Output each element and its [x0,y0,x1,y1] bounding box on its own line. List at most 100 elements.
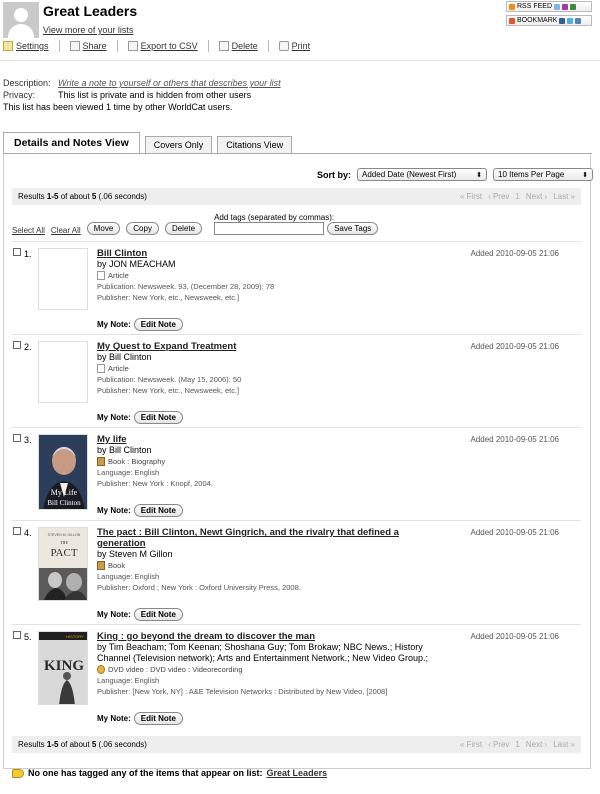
add-tags-input[interactable] [214,222,325,235]
item-title-link[interactable]: King : go beyond the dream to discover t… [97,631,457,642]
item-added-date: Added 2010-09-05 21:06 [470,342,559,351]
item-checkbox[interactable] [13,248,21,256]
item-number: 4. [24,528,32,538]
per-page-select[interactable]: 10 Items Per Page ⬍ [493,168,594,181]
pager-first[interactable]: « First [460,740,482,749]
pager-next[interactable]: Next › [526,192,547,201]
view-more-lists-link[interactable]: View more of your lists [43,25,133,35]
edit-note-button[interactable]: Edit Note [133,608,183,621]
pager-prev[interactable]: ‹ Prev [488,192,509,201]
results-mid: of about [58,740,92,749]
clear-all-link[interactable]: Clear All [51,226,81,235]
bookmark-button[interactable]: BOOKMARK [506,15,592,26]
description-label: Description: [3,78,51,88]
edit-note-button[interactable]: Edit Note [133,712,183,725]
item-checkbox[interactable] [13,527,21,535]
item-number: 1. [24,249,32,259]
item-added-date: Added 2010-09-05 21:06 [470,249,559,258]
item-title-link[interactable]: My Quest to Expand Treatment [97,341,457,352]
pager-page: 1 [515,740,520,749]
export-tool[interactable]: Export to CSV [127,41,198,51]
tab-citations[interactable]: Citations View [217,136,293,154]
share-tool[interactable]: Share [69,41,107,51]
print-link[interactable]: Print [292,41,311,51]
results-suffix: (.06 seconds) [96,740,147,749]
delete-list-link[interactable]: Delete [232,41,258,51]
the-pact-cover-art: STEVEN M. GILLON THE PACT [39,528,87,600]
description-edit-link[interactable]: Write a note to yourself or others that … [58,78,281,88]
item-language: Language: English [97,572,160,581]
item-number: 3. [24,435,32,445]
item-checkbox[interactable] [13,631,21,639]
item-cover-image[interactable]: HISTORY KING [38,631,88,705]
edit-note-button[interactable]: Edit Note [133,504,183,517]
pager-last[interactable]: Last » [553,740,575,749]
settings-link[interactable]: Settings [16,41,49,51]
per-page-selected: 10 Items Per Page [498,170,565,179]
item-thumbnail[interactable] [38,341,88,403]
sort-label: Sort by: [317,169,352,180]
add-tags-row: Save Tags [214,222,379,235]
item-author: by Bill Clinton [97,352,152,362]
article-icon [97,364,105,373]
avatar-body-shape [8,24,34,38]
item-title-link[interactable]: My life [97,434,457,445]
item-checkbox[interactable] [13,341,21,349]
delete-button[interactable]: Delete [164,222,203,235]
item-cover-image[interactable]: STEVEN M. GILLON THE PACT [38,527,88,601]
edit-note-button[interactable]: Edit Note [133,318,183,331]
cover-network: HISTORY [66,634,84,639]
list-name-link[interactable]: Great Leaders [267,768,328,778]
item-info: King : go beyond the dream to discover t… [97,631,457,697]
tags-footer-text: No one has tagged any of the items that … [28,768,263,778]
sort-bar: Sort by: Added Date (Newest First) ⬍ 10 I… [317,168,594,181]
pager-last[interactable]: Last » [553,192,575,201]
rss-feed-button[interactable]: RSS FEED [506,1,592,12]
my-note-label: My Note: [97,320,131,329]
item-info: Bill Clinton by JON MEACHAM Article Publ… [97,248,457,303]
item-publisher: Publisher: New York : Knopf, 2004. [97,479,213,488]
sort-select[interactable]: Added Date (Newest First) ⬍ [357,168,488,181]
pager-prev[interactable]: ‹ Prev [488,740,509,749]
settings-tool[interactable]: Settings [3,41,49,51]
delete-tool[interactable]: Delete [218,41,258,51]
add-tags-group: Add tags (separated by commas): Save Tag… [214,213,379,235]
toolbar-divider [267,40,269,52]
yahoo-icon [562,3,569,10]
item-format: DVD video : DVD video : Videorecording [97,664,457,675]
item-title-link[interactable]: Bill Clinton [97,248,457,259]
tab-details-notes[interactable]: Details and Notes View [3,132,140,154]
save-tags-button[interactable]: Save Tags [327,222,379,235]
print-tool[interactable]: Print [278,41,311,51]
twitter-icon [567,17,574,24]
article-icon [97,271,105,280]
rss-label: RSS FEED [517,3,553,10]
cover-article: THE [60,540,68,545]
item-added-date: Added 2010-09-05 21:06 [470,435,559,444]
edit-note-button[interactable]: Edit Note [133,411,183,424]
pager-first[interactable]: « First [460,192,482,201]
move-button[interactable]: Move [86,222,121,235]
pager-next[interactable]: Next › [526,740,547,749]
privacy-value: This list is private and is hidden from … [58,90,252,100]
bulk-actions: Select All Clear All Move Copy Delete Ad… [12,213,379,235]
pager: « First ‹ Prev 1 Next › Last » [460,740,575,749]
export-csv-link[interactable]: Export to CSV [141,41,198,51]
tab-covers-only[interactable]: Covers Only [144,136,213,154]
share-link[interactable]: Share [83,41,107,51]
item-note: My Note: Edit Note [97,504,183,517]
item-cover-image[interactable]: My Life Bill Clinton [38,434,88,510]
item-title-link[interactable]: The pact : Bill Clinton, Newt Gingrich, … [97,527,437,549]
select-arrows-icon: ⬍ [582,171,589,179]
cover-title: KING [44,658,84,674]
select-all-link[interactable]: Select All [12,226,45,235]
list-item: 5. HISTORY KING King : go beyond the dre… [12,624,581,728]
tags-footer: No one has tagged any of the items that … [12,768,327,778]
my-note-label: My Note: [97,413,131,422]
privacy-label: Privacy: [3,90,36,100]
item-checkbox[interactable] [13,434,21,442]
item-thumbnail[interactable] [38,248,88,310]
copy-button[interactable]: Copy [126,222,159,235]
item-author: by Steven M Gillon [97,549,173,559]
item-publisher: Publisher: [New York, NY] : A&E Televisi… [97,687,388,696]
